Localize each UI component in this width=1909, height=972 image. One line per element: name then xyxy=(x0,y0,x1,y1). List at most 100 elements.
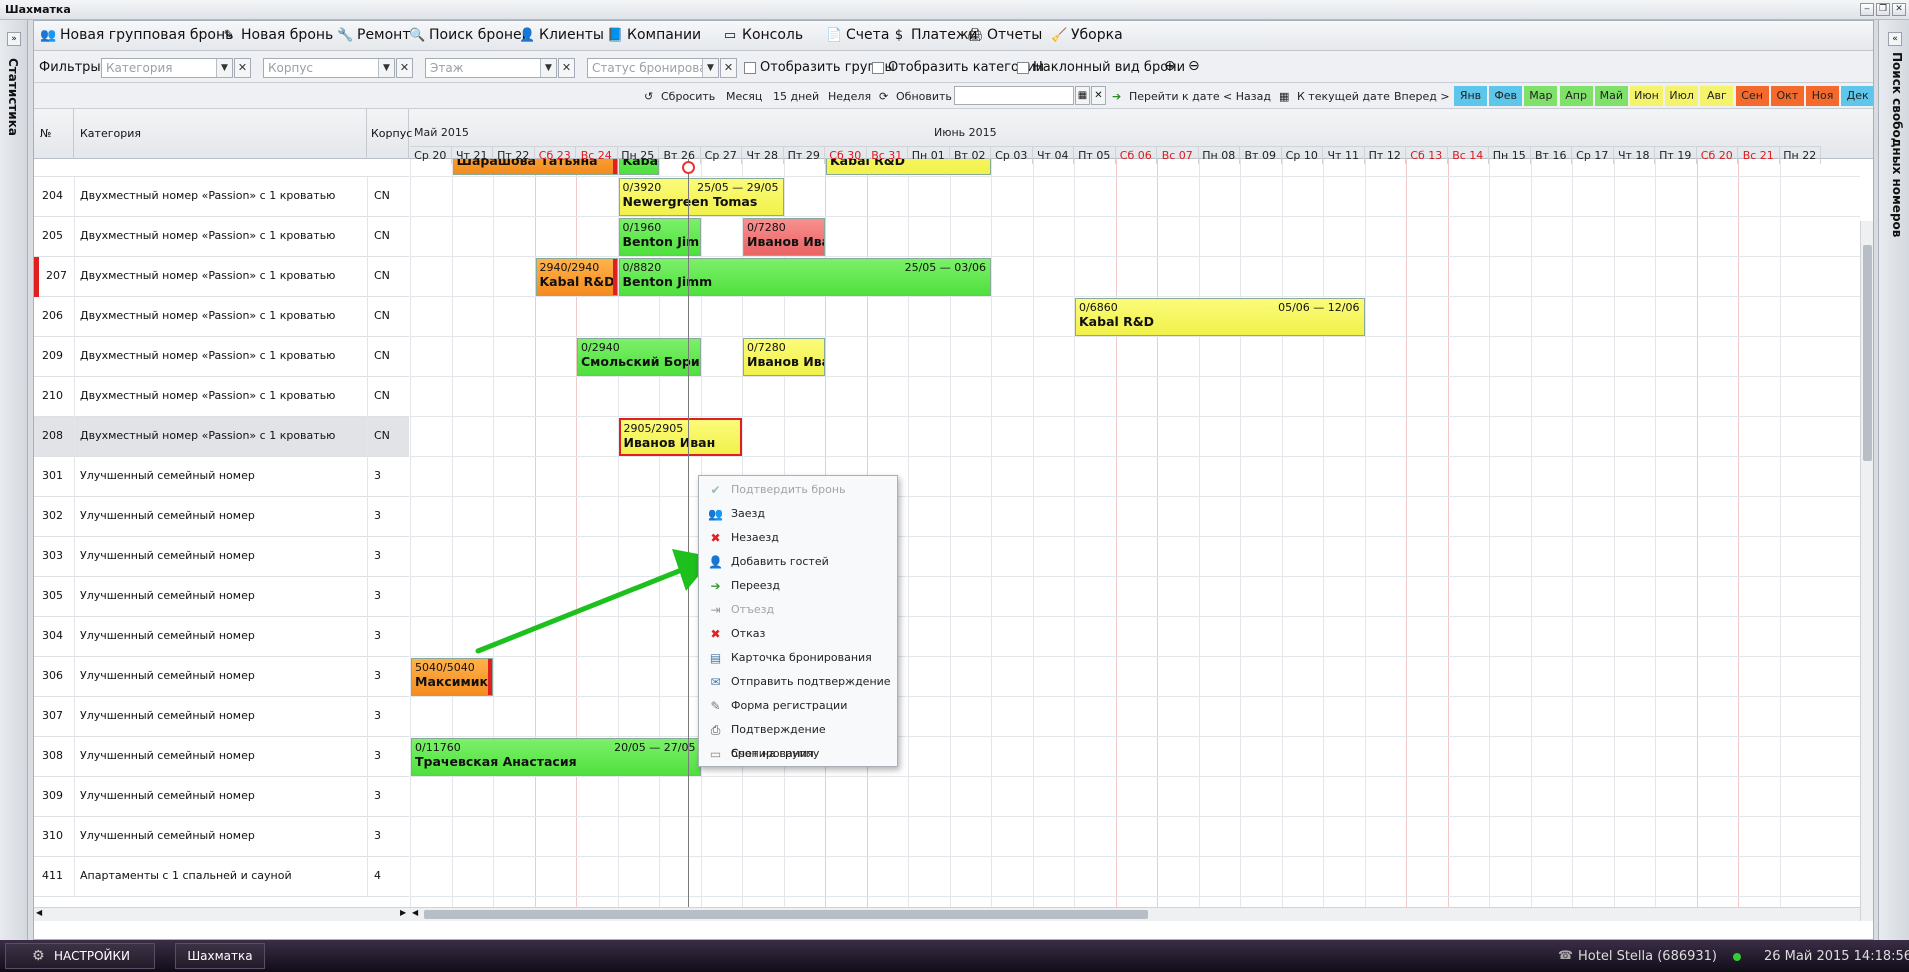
checkbox-box[interactable] xyxy=(872,62,884,74)
toolbar-button-wrench[interactable]: 🔧 Ремонт xyxy=(335,27,411,47)
room-row[interactable]: 306 Улучшенный семейный номер 3 xyxy=(34,657,409,697)
room-row[interactable]: 209 Двухместный номер «Passion» с 1 крова… xyxy=(34,337,409,377)
menu-item-cancel[interactable]: ✖ Отказ xyxy=(699,622,897,646)
booking-block[interactable]: 0/3920 Newergreen Tomas 25/05 — 29/05 xyxy=(618,178,784,216)
goto-date-icon[interactable]: ➔ xyxy=(1112,90,1121,103)
checkbox-box[interactable] xyxy=(744,62,756,74)
booking-block[interactable]: 0/11760 Трачевская Анастасия 20/05 — 27/05 xyxy=(411,738,701,776)
clear-date-button[interactable]: ✕ xyxy=(1091,86,1106,105)
room-row[interactable]: 301 Улучшенный семейный номер 3 xyxy=(34,457,409,497)
clear-category-button[interactable]: ✕ xyxy=(234,58,251,78)
room-row[interactable]: 305 Улучшенный семейный номер 3 xyxy=(34,577,409,617)
chevron-down-icon[interactable]: ▼ xyxy=(702,59,718,77)
left-horizontal-scrollbar[interactable]: ◀ ▶ xyxy=(34,907,410,921)
scrollbar-thumb[interactable] xyxy=(424,910,1148,919)
month-button-2[interactable]: Фев xyxy=(1489,86,1523,106)
chess-taskbar-button[interactable]: Шахматка xyxy=(175,943,265,969)
month-button-9[interactable]: Сен xyxy=(1735,86,1769,106)
forward-button[interactable]: Вперед > xyxy=(1394,90,1450,103)
vertical-scrollbar[interactable] xyxy=(1860,221,1873,921)
month-button-1[interactable]: Янв xyxy=(1454,86,1487,106)
refresh-icon[interactable]: ⟳ xyxy=(879,90,888,103)
today-icon[interactable]: ▦ xyxy=(1279,90,1289,103)
month-button-7[interactable]: Июл xyxy=(1665,86,1699,106)
restore-button[interactable]: ❐ xyxy=(1876,3,1890,16)
date-input[interactable] xyxy=(954,86,1074,105)
toolbar-button-invoices[interactable]: 📄 Счета xyxy=(824,27,889,47)
category-filter[interactable]: Категория ▼ xyxy=(101,58,233,78)
chevron-down-icon[interactable]: ▼ xyxy=(216,59,232,77)
booking-block[interactable]: 0/6860 Kabal R&D 05/06 — 12/06 xyxy=(1075,298,1365,336)
booking-block[interactable]: Шарашова Татьяна xyxy=(452,159,618,175)
today-button[interactable]: К текущей дате xyxy=(1297,90,1390,103)
menu-item-confirm[interactable]: ✔ Подтвердить бронь xyxy=(699,478,897,502)
expand-free-rooms-button[interactable]: « xyxy=(1888,32,1902,46)
room-row[interactable]: 302 Улучшенный семейный номер 3 xyxy=(34,497,409,537)
reset-icon[interactable]: ↺ xyxy=(644,90,653,103)
month-button-5[interactable]: Май xyxy=(1594,86,1628,106)
status-filter[interactable]: Статус бронирован ▼ xyxy=(587,58,719,78)
menu-item-check-out[interactable]: ⇥ Отъезд xyxy=(699,598,897,622)
column-header-number[interactable]: № xyxy=(34,109,74,159)
toolbar-button-printer[interactable]: 🖨 Отчеты xyxy=(965,27,1042,47)
toolbar-button-new-booking[interactable]: ✎ Новая бронь xyxy=(219,27,334,47)
room-row[interactable] xyxy=(34,159,409,177)
room-row[interactable]: 304 Улучшенный семейный номер 3 xyxy=(34,617,409,657)
booking-block[interactable]: 0/2940 Смольский Борис xyxy=(577,338,701,376)
week-view-button[interactable]: Неделя xyxy=(828,90,871,103)
room-row[interactable]: 310 Улучшенный семейный номер 3 xyxy=(34,817,409,857)
column-header-category[interactable]: Категория xyxy=(74,109,367,159)
scroll-right-icon[interactable]: ▶ xyxy=(400,908,406,917)
month-view-button[interactable]: Месяц xyxy=(726,90,762,103)
menu-item-move[interactable]: ➔ Переезд xyxy=(699,574,897,598)
close-button[interactable]: ✕ xyxy=(1892,3,1906,16)
tilted-view-checkbox[interactable]: Наклонный вид брони xyxy=(1017,60,1185,75)
room-row[interactable]: 411 Апартаменты с 1 спальней и сауной 4 xyxy=(34,857,409,897)
booking-block[interactable]: 5040/5040Максимик Дмитрий xyxy=(411,658,493,696)
clear-floor-button[interactable]: ✕ xyxy=(558,58,575,78)
month-button-6[interactable]: Июн xyxy=(1630,86,1663,106)
month-button-8[interactable]: Авг xyxy=(1700,86,1734,106)
floor-filter[interactable]: Этаж ▼ xyxy=(425,58,557,78)
clear-status-button[interactable]: ✕ xyxy=(720,58,737,78)
calendar-icon[interactable]: ▦ xyxy=(1075,86,1090,105)
menu-item-send-confirmation[interactable]: ✉ Отправить подтверждение xyxy=(699,670,897,694)
room-row[interactable]: 309 Улучшенный семейный номер 3 xyxy=(34,777,409,817)
minimize-button[interactable]: ‒ xyxy=(1860,3,1874,16)
menu-item-no-show[interactable]: ✖ Незаезд xyxy=(699,526,897,550)
toolbar-button-broom[interactable]: 🧹 Уборка xyxy=(1049,27,1123,47)
month-button-3[interactable]: Мар xyxy=(1524,86,1558,106)
menu-item-check-in[interactable]: 👥 Заезд xyxy=(699,502,897,526)
toolbar-button-group-booking[interactable]: 👥 Новая групповая бронь xyxy=(38,27,233,47)
chevron-down-icon[interactable]: ▼ xyxy=(378,59,394,77)
booking-block[interactable]: 2940/2940 Kabal R&D xyxy=(535,258,618,296)
booking-block[interactable]: 0/7280Иванов Иван xyxy=(743,338,825,376)
statistics-panel[interactable]: » Статистика xyxy=(0,20,28,940)
room-row[interactable]: 207 Двухместный номер «Passion» с 1 крова… xyxy=(34,257,409,297)
chevron-down-icon[interactable]: ▼ xyxy=(540,59,556,77)
clear-building-button[interactable]: ✕ xyxy=(396,58,413,78)
checkbox-box[interactable] xyxy=(1017,62,1029,74)
room-row[interactable]: 308 Улучшенный семейный номер 3 xyxy=(34,737,409,777)
room-row[interactable]: 210 Двухместный номер «Passion» с 1 крова… xyxy=(34,377,409,417)
menu-item-add-guests[interactable]: 👤 Добавить гостей xyxy=(699,550,897,574)
booking-block[interactable]: 0/8820 Benton Jimm 25/05 — 03/06 xyxy=(618,258,991,296)
horizontal-scrollbar[interactable]: ◀ ▶ xyxy=(410,907,1873,921)
building-filter[interactable]: Корпус ▼ xyxy=(263,58,395,78)
menu-item-registration-form[interactable]: ✎ Форма регистрации xyxy=(699,694,897,718)
toolbar-button-companies[interactable]: 📘 Компании xyxy=(605,27,701,47)
month-button-11[interactable]: Ноя xyxy=(1806,86,1839,106)
scroll-left-icon[interactable]: ◀ xyxy=(412,908,418,917)
expand-statistics-button[interactable]: » xyxy=(7,32,21,46)
goto-date-button[interactable]: Перейти к дате xyxy=(1129,90,1220,103)
back-button[interactable]: < Назад xyxy=(1223,90,1271,103)
zoom-in-icon[interactable]: ⊕ xyxy=(1164,58,1176,74)
room-row[interactable]: 205 Двухместный номер «Passion» с 1 крова… xyxy=(34,217,409,257)
free-rooms-panel[interactable]: « Поиск свободных номеров xyxy=(1878,20,1909,940)
booking-block[interactable]: 0/7280Иванов Иван xyxy=(743,218,825,256)
refresh-button[interactable]: Обновить xyxy=(896,90,952,103)
scrollbar-thumb[interactable] xyxy=(1863,245,1872,461)
booking-block[interactable]: Kabal xyxy=(618,159,659,175)
reset-button[interactable]: Сбросить xyxy=(661,90,715,103)
month-button-12[interactable]: Дек xyxy=(1841,86,1873,106)
